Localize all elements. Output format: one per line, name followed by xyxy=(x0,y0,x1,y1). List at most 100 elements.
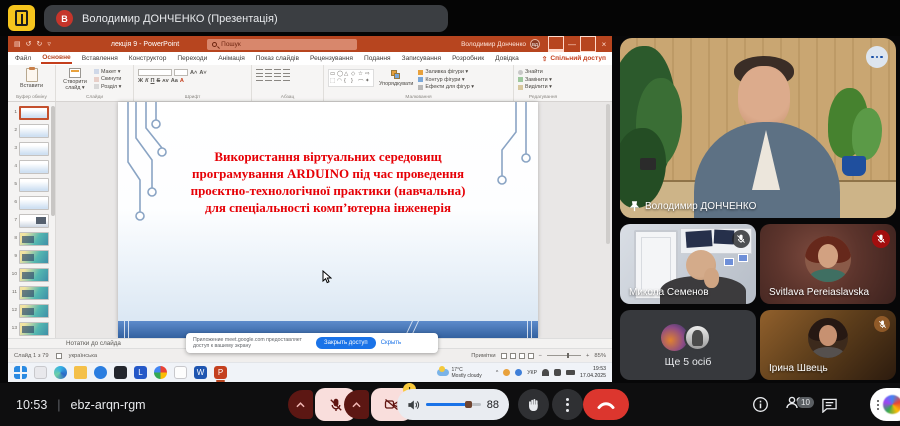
slide-thumb-4[interactable]: 4 xyxy=(8,159,56,174)
slide-thumb-3[interactable]: 3 xyxy=(8,141,56,156)
grow-font-button[interactable]: A˄ xyxy=(190,70,197,76)
indent-increase-button[interactable] xyxy=(283,69,290,74)
chat-button[interactable] xyxy=(821,397,838,413)
meeting-info-button[interactable] xyxy=(752,396,769,413)
shape-fill-button[interactable]: Заливка фігури ▾ xyxy=(418,69,474,75)
ppt-search-box[interactable]: Пошук xyxy=(207,39,357,50)
more-options-button[interactable] xyxy=(552,389,583,420)
ribbon-tab-help[interactable]: Довідка xyxy=(494,54,520,63)
volume-slider-handle[interactable] xyxy=(465,401,472,408)
powerpoint-taskbar-icon[interactable]: P xyxy=(214,366,227,379)
ribbon-tab-recording[interactable]: Записування xyxy=(401,54,442,63)
shapes-gallery[interactable]: ▭◯△◇☆⇨ ⬚◠{}⌒✦ xyxy=(328,69,374,87)
teams-app-icon[interactable]: L xyxy=(134,366,147,379)
language-indicator[interactable]: українська xyxy=(69,353,98,359)
ribbon-tab-view[interactable]: Подання xyxy=(363,54,392,63)
wifi-icon[interactable] xyxy=(542,369,549,376)
view-buttons[interactable] xyxy=(501,353,534,359)
slide-canvas[interactable]: Використання віртуальних середовищ прогр… xyxy=(118,102,538,338)
italic-button[interactable]: К xyxy=(145,78,148,84)
extension-overlay[interactable] xyxy=(870,388,900,421)
camera-options-chevron[interactable] xyxy=(344,390,369,419)
notes-toggle[interactable]: Примітки xyxy=(471,353,495,359)
mic-options-chevron[interactable] xyxy=(288,390,313,419)
slide-thumb-7[interactable]: 7 xyxy=(8,213,56,228)
select-button[interactable]: Виділити ▾ xyxy=(518,84,568,90)
numbering-button[interactable] xyxy=(265,69,272,74)
replace-button[interactable]: Замінити ▾ xyxy=(518,77,568,83)
shape-effects-button[interactable]: Ефекти для фігур ▾ xyxy=(418,84,474,90)
file-explorer-icon[interactable] xyxy=(74,366,87,379)
bullets-button[interactable] xyxy=(256,69,263,74)
font-size-select[interactable] xyxy=(174,69,188,76)
stop-sharing-button[interactable]: Закрыть доступ xyxy=(316,337,376,349)
presenter-video-tile[interactable]: Володимир ДОНЧЕНКО xyxy=(620,38,896,218)
align-right-button[interactable] xyxy=(274,76,281,81)
slide-thumb-2[interactable]: 2 xyxy=(8,123,56,138)
strikethrough-button[interactable]: S xyxy=(157,78,161,84)
ribbon-tab-review[interactable]: Рецензування xyxy=(309,54,354,63)
tray-chevron-icon[interactable]: ^ xyxy=(496,370,498,376)
shrink-font-button[interactable]: A˅ xyxy=(199,70,206,76)
hide-banner-link[interactable]: Скрыть xyxy=(381,340,401,346)
justify-button[interactable] xyxy=(283,76,290,81)
thumbnails-scrollbar[interactable] xyxy=(51,106,55,216)
ribbon-tab-developer[interactable]: Розробник xyxy=(451,54,485,63)
slide-thumb-10[interactable]: 10 xyxy=(8,267,56,282)
battery-icon[interactable] xyxy=(566,370,575,375)
zoom-in-button[interactable]: + xyxy=(586,353,589,359)
end-call-button[interactable] xyxy=(583,389,629,420)
close-icon[interactable]: × xyxy=(596,36,612,52)
slide-thumb-6[interactable]: 6 xyxy=(8,195,56,210)
reset-button[interactable]: Скинути xyxy=(94,76,121,82)
quick-access-toolbar[interactable]: ▤ ↺ ↻ ▿ xyxy=(14,40,51,48)
slide-thumb-11[interactable]: 11 xyxy=(8,285,56,300)
arrange-button[interactable]: Упорядкувати xyxy=(379,70,413,87)
notepad-icon[interactable] xyxy=(174,366,187,379)
presentation-tab[interactable]: В Володимир ДОНЧЕНКО (Презентація) xyxy=(44,5,448,32)
overflow-participants-tile[interactable]: Ще 5 осіб xyxy=(620,310,756,380)
browser-icon[interactable] xyxy=(94,366,107,379)
slide-thumbnails-panel[interactable]: 1 2 3 4 5 6 7 8 9 10 11 12 13 xyxy=(8,102,56,338)
change-case-button[interactable]: Aa xyxy=(171,78,178,84)
indent-decrease-button[interactable] xyxy=(274,69,281,74)
restore-icon[interactable] xyxy=(580,36,596,52)
participant-tile-svitlava[interactable]: Svitlava Pereiaslavska xyxy=(760,224,896,304)
ribbon-tab-file[interactable]: Файл xyxy=(14,54,32,63)
volume-slider[interactable] xyxy=(426,403,481,406)
section-button[interactable]: Розділ ▾ xyxy=(94,84,121,90)
ribbon-tab-design[interactable]: Конструктор xyxy=(128,54,168,63)
brand-logo-icon[interactable] xyxy=(8,5,35,31)
slide-thumb-9[interactable]: 9 xyxy=(8,249,56,264)
taskview-icon[interactable] xyxy=(34,366,47,379)
slide-thumb-12[interactable]: 12 xyxy=(8,303,56,318)
dark-app-icon[interactable] xyxy=(114,366,127,379)
layout-button[interactable]: Макет ▾ xyxy=(94,69,121,75)
zoom-percent[interactable]: 85% xyxy=(594,353,606,359)
tray-mic-icon[interactable] xyxy=(515,369,522,376)
font-name-select[interactable] xyxy=(138,69,172,76)
volume-icon[interactable] xyxy=(554,369,561,376)
language-switcher[interactable]: УКР xyxy=(527,370,537,376)
edge-icon[interactable] xyxy=(54,366,67,379)
align-center-button[interactable] xyxy=(265,76,272,81)
slide-thumb-13[interactable]: 13 xyxy=(8,321,56,336)
char-spacing-button[interactable]: ᴀᴠ xyxy=(162,78,168,84)
tile-options-button[interactable] xyxy=(866,46,888,68)
undo-icon[interactable]: ↺ xyxy=(26,40,32,48)
participants-button[interactable]: 10 xyxy=(785,394,805,415)
ribbon-options-icon[interactable] xyxy=(548,36,564,52)
find-button[interactable]: Знайти xyxy=(518,69,568,75)
ppt-account[interactable]: Володимир Донченко ВД xyxy=(461,39,540,49)
font-color-button[interactable]: А xyxy=(180,78,184,84)
new-slide-button[interactable]: Створити слайд ▾ xyxy=(60,68,90,91)
editor-scrollbar[interactable] xyxy=(606,104,610,244)
save-icon[interactable]: ▤ xyxy=(14,40,21,48)
chrome-icon[interactable] xyxy=(154,366,167,379)
bold-button[interactable]: Ж xyxy=(138,78,143,84)
redo-icon[interactable]: ↻ xyxy=(37,40,43,48)
ppt-share-button[interactable]: ⇧ Спільний доступ xyxy=(542,55,606,63)
slide-title[interactable]: Використання віртуальних середовищ прогр… xyxy=(148,148,508,216)
ribbon-tab-animations[interactable]: Анімація xyxy=(217,54,246,63)
weather-widget[interactable]: 17°C Mostly cloudy xyxy=(437,367,482,379)
